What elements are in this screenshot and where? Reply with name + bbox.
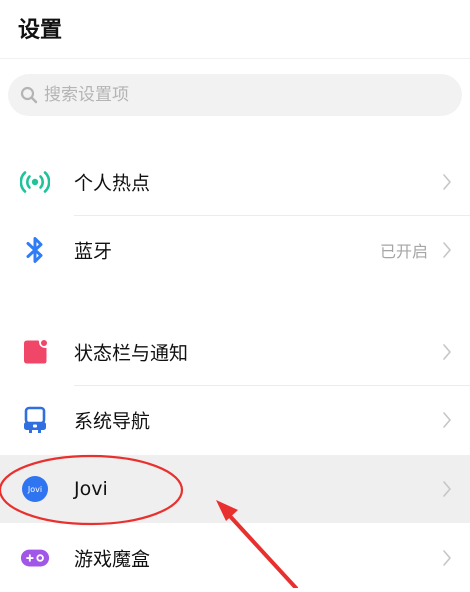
settings-item-status-bar[interactable]: 状态栏与通知 bbox=[0, 318, 470, 386]
jovi-icon-text: Jovi bbox=[27, 485, 42, 494]
settings-item-navigation[interactable]: 系统导航 bbox=[0, 386, 470, 454]
chevron-right-icon bbox=[442, 480, 452, 498]
search-icon bbox=[20, 86, 38, 104]
chevron-right-icon bbox=[442, 411, 452, 429]
settings-item-label: 游戏魔盒 bbox=[74, 548, 151, 571]
chevron-right-icon bbox=[442, 241, 452, 259]
settings-item-label: Jovi bbox=[74, 478, 108, 500]
settings-item-jovi[interactable]: Jovi Jovi bbox=[0, 455, 470, 523]
gamepad-icon bbox=[20, 543, 50, 573]
notification-icon bbox=[20, 337, 50, 367]
settings-item-label: 蓝牙 bbox=[74, 240, 113, 263]
navigation-icon bbox=[20, 405, 50, 435]
bluetooth-status: 已开启 bbox=[379, 242, 428, 261]
settings-item-bluetooth[interactable]: 蓝牙 已开启 bbox=[0, 216, 470, 284]
title-divider bbox=[0, 58, 470, 59]
search-bar[interactable] bbox=[8, 74, 462, 116]
hotspot-icon bbox=[20, 167, 50, 197]
jovi-icon: Jovi bbox=[20, 474, 50, 504]
settings-item-game-box[interactable]: 游戏魔盒 bbox=[0, 524, 470, 592]
chevron-right-icon bbox=[442, 173, 452, 191]
settings-item-label: 系统导航 bbox=[74, 410, 151, 433]
bluetooth-icon bbox=[20, 235, 50, 265]
chevron-right-icon bbox=[442, 549, 452, 567]
page-title: 设置 bbox=[18, 18, 63, 43]
settings-item-label: 状态栏与通知 bbox=[74, 342, 189, 365]
settings-item-hotspot[interactable]: 个人热点 bbox=[0, 148, 470, 216]
search-input[interactable] bbox=[44, 80, 444, 110]
settings-item-label: 个人热点 bbox=[74, 172, 151, 195]
chevron-right-icon bbox=[442, 343, 452, 361]
